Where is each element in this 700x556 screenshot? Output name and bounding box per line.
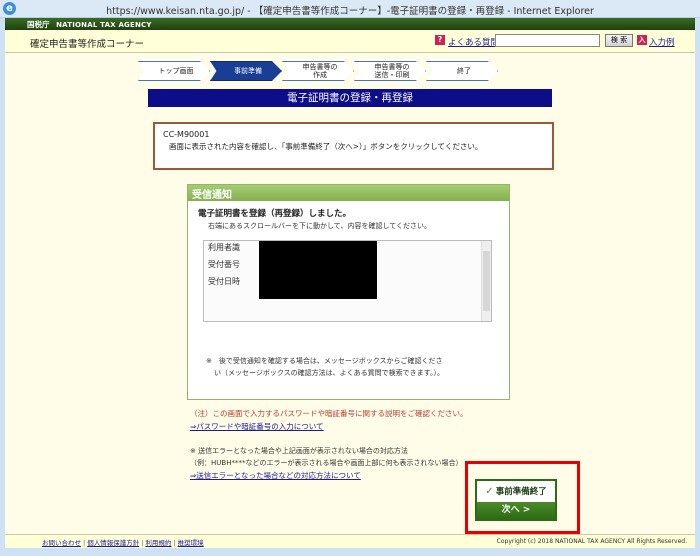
check-icon: ✓	[485, 486, 494, 497]
step-finish: 終了	[426, 61, 498, 81]
copyright: Copyright (c) 2018 NATIONAL TAX AGENCY A…	[496, 538, 687, 545]
scrollbar-thumb[interactable]	[483, 251, 490, 311]
app-content: 国税庁 NATIONAL TAX AGENCY 確定申告書等作成コーナー ? よ…	[5, 18, 695, 548]
agency-english: NATIONAL TAX AGENCY	[56, 21, 152, 29]
input-example-link[interactable]: 入力例	[649, 36, 675, 48]
redaction-block	[259, 241, 377, 299]
info-box-scrollbar[interactable]	[481, 241, 491, 321]
footnote-line-2: い（メッセージボックスの確認方法は、よくある質問で検索できます。）。	[214, 369, 444, 377]
window-titlebar: e https://www.keisan.nta.go.jp/ - 【確定申告書…	[0, 0, 700, 18]
message-code: CC-M90001	[163, 130, 210, 139]
footer-link-privacy[interactable]: 個人情報保護方針	[87, 539, 139, 547]
notice-info-box[interactable]: 利用者識 受付番号 受付日時	[203, 240, 492, 322]
step-create: 申告書等の 作成	[282, 61, 354, 81]
reception-notice-panel: 受信通知 電子証明書を登録（再登録）しました。 右端にあるスクロールバーを下に動…	[187, 184, 510, 400]
footer-link-environment[interactable]: 推奨環境	[178, 539, 204, 547]
step-send-print: 申告書等の 送信・印刷	[354, 61, 426, 81]
question-icon: ?	[435, 35, 445, 45]
password-caution: （注）この画面で入力するパスワードや暗証番号に関する説明をご確認ください。	[190, 409, 468, 418]
window-title: https://www.keisan.nta.go.jp/ - 【確定申告書等作…	[106, 6, 594, 17]
site-header: 確定申告書等作成コーナー ? よくある質問 検 索 入 入力例	[5, 30, 695, 53]
next-label: 次へ >	[477, 502, 555, 519]
agency-kanji: 国税庁	[27, 20, 50, 29]
error-note-line-1: ※ 送信エラーとなった場合や上記画面が表示されない場合の対応方法	[190, 447, 408, 455]
password-info-link[interactable]: ⇒パスワードや暗証番号の入力について	[190, 421, 324, 432]
page-footer: お問い合わせ | 個人情報保護方針 | 利用規約 | 推奨環境 Copyright (c) …	[5, 534, 695, 548]
registration-done-message: 電子証明書を登録（再登録）しました。	[198, 209, 352, 219]
input-example-icon: 入	[637, 35, 647, 45]
error-note-line-2: （例：HUBH****などのエラーが表示される場合や画面上部に何も表示されない場…	[190, 459, 463, 467]
step-top: トップ画面	[138, 61, 210, 81]
window-bottom-border	[0, 548, 700, 556]
instruction-box: CC-M90001 画面に表示された内容を確認し、「事前準備終了（次へ>）」ボタ…	[153, 122, 554, 170]
preparation-finish-button[interactable]: ✓ 事前準備終了 次へ >	[475, 479, 557, 521]
finish-button-label: 事前準備終了	[495, 487, 547, 497]
search-button[interactable]: 検 索	[605, 34, 633, 47]
page-title: 電子証明書の登録・再登録	[148, 89, 552, 107]
faq-link[interactable]: よくある質問	[448, 36, 499, 48]
instruction-message: 画面に表示された内容を確認し、「事前準備終了（次へ>）」ボタンをクリックしてくだ…	[169, 142, 483, 151]
notice-heading: 受信通知	[188, 185, 509, 201]
footer-link-terms[interactable]: 利用規約	[145, 539, 171, 547]
scroll-hint: 右端にあるスクロールバーを下に動かして、内容を確認してください。	[208, 222, 432, 230]
step-preparation: 事前準備	[210, 61, 282, 81]
search-input[interactable]	[495, 34, 600, 47]
footer-link-contact[interactable]: お問い合わせ	[42, 539, 81, 547]
nta-header-band: 国税庁 NATIONAL TAX AGENCY	[5, 18, 695, 30]
site-name: 確定申告書等作成コーナー	[30, 39, 145, 50]
footnote-line-1: ※ 後で受信通知を確認する場合は、メッセージボックスからご確認くださ	[206, 357, 443, 365]
error-handling-link[interactable]: ⇒送信エラーとなった場合などの対応方法について	[190, 470, 361, 481]
message-box-footnote: ※ 後で受信通知を確認する場合は、メッセージボックスからご確認くださ い（メッセ…	[206, 355, 496, 379]
